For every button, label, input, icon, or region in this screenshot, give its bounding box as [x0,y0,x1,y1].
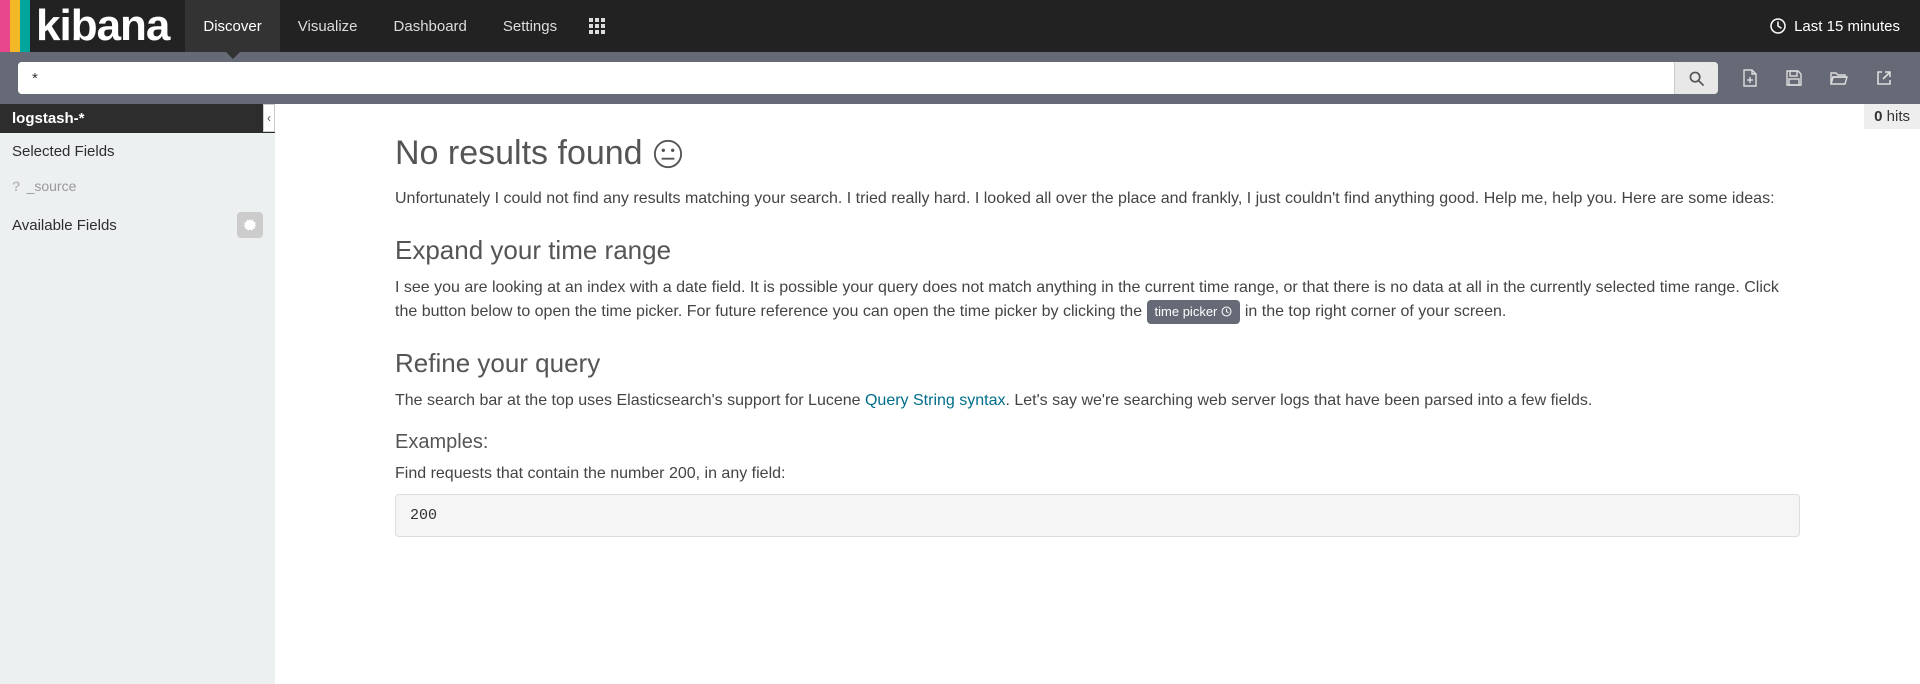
hits-count: 0 [1874,108,1882,125]
nav-discover[interactable]: Discover [185,0,279,52]
refine-query-text: The search bar at the top uses Elasticse… [395,389,1800,413]
available-fields-label: Available Fields [12,217,117,234]
new-file-icon [1742,69,1758,87]
unknown-type-icon: ? [12,178,21,194]
hits-counter: 0 hits [1864,104,1920,129]
sidebar-collapse-button[interactable]: ‹ [263,104,275,132]
time-picker-inline-badge[interactable]: time picker [1147,300,1241,324]
selected-fields-heading: Selected Fields [0,133,275,170]
share-button[interactable] [1876,69,1892,87]
refine-query-post: . Let's say we're searching web server l… [1005,392,1592,409]
search-icon [1689,71,1704,86]
expand-time-text: I see you are looking at an index with a… [395,276,1800,324]
nav-discover-label: Discover [203,18,261,35]
clock-icon [1770,18,1786,34]
clock-icon [1221,306,1232,317]
time-picker-button[interactable]: Last 15 minutes [1750,0,1920,52]
fields-sidebar: logstash-* Selected Fields ? _source Ava… [0,104,275,684]
query-string-syntax-link[interactable]: Query String syntax [865,392,1006,409]
top-navbar: kibana Discover Visualize Dashboard Sett… [0,0,1920,52]
save-icon [1786,70,1802,86]
new-search-button[interactable] [1742,69,1758,87]
logo-stripes [0,0,30,52]
example1-code: 200 [395,494,1800,537]
time-picker-badge-label: time picker [1155,302,1218,322]
brand-text: kibana [30,0,185,52]
no-results-intro: Unfortunately I could not find any resul… [395,187,1800,211]
no-results-title: No results found [395,134,643,173]
chevron-left-icon: ‹ [267,111,271,125]
query-input[interactable] [18,62,1674,94]
available-fields-heading: Available Fields [0,202,275,248]
field-item-label: _source [27,178,77,194]
gear-icon [243,218,257,232]
main-content: 0 hits No results found Unfortunately I … [275,104,1920,684]
meh-face-icon [653,139,683,169]
field-settings-button[interactable] [237,212,263,238]
search-box [18,62,1718,94]
field-item-source[interactable]: ? _source [0,170,275,202]
expand-time-pre: I see you are looking at an index with a… [395,279,1779,320]
open-search-button[interactable] [1830,69,1848,87]
no-results-heading: No results found [395,134,1800,173]
nav-dashboard[interactable]: Dashboard [376,0,485,52]
refine-query-pre: The search bar at the top uses Elasticse… [395,392,865,409]
nav-dashboard-label: Dashboard [394,18,467,35]
search-button[interactable] [1674,62,1718,94]
nav-apps-icon[interactable] [575,0,619,52]
time-picker-label: Last 15 minutes [1794,18,1900,35]
expand-time-heading: Expand your time range [395,235,1800,266]
brand-logo[interactable]: kibana [0,0,185,52]
example1-label: Find requests that contain the number 20… [395,462,1800,486]
folder-open-icon [1830,71,1848,85]
examples-heading: Examples: [395,431,1800,454]
nav-visualize-label: Visualize [298,18,358,35]
save-search-button[interactable] [1786,69,1802,87]
external-link-icon [1876,70,1892,86]
toolbar-actions [1732,69,1902,87]
expand-time-post: in the top right corner of your screen. [1245,303,1506,320]
index-pattern-selector[interactable]: logstash-* [0,104,275,133]
search-toolbar [0,52,1920,104]
nav-settings[interactable]: Settings [485,0,575,52]
refine-query-heading: Refine your query [395,348,1800,379]
nav-links: Discover Visualize Dashboard Settings [185,0,619,52]
nav-visualize[interactable]: Visualize [280,0,376,52]
nav-settings-label: Settings [503,18,557,35]
body: logstash-* Selected Fields ? _source Ava… [0,104,1920,684]
hits-label: hits [1887,108,1910,125]
